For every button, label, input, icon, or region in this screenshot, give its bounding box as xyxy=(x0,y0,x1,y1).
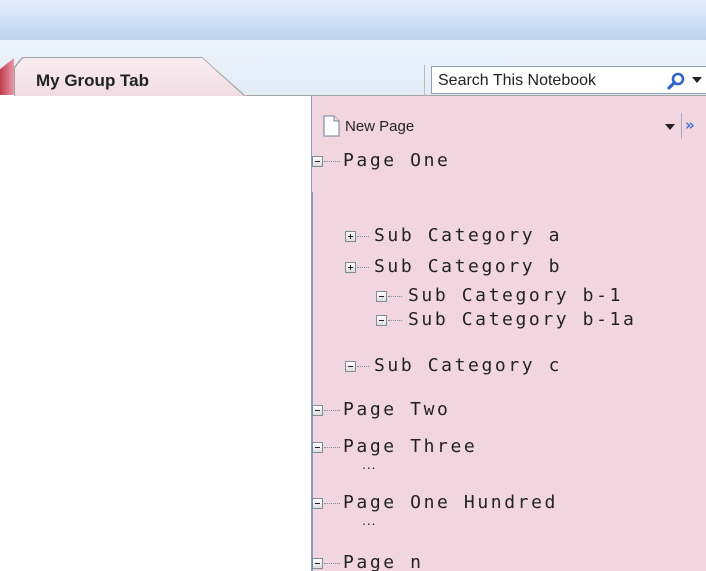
tree-connector xyxy=(388,320,402,321)
page-item[interactable]: Page Three xyxy=(343,436,477,458)
tree-connector xyxy=(324,503,340,504)
double-chevron-right-icon[interactable]: » xyxy=(685,116,695,134)
page-item[interactable]: Sub Category b xyxy=(374,256,562,278)
page-item[interactable]: Page n xyxy=(343,552,424,571)
top-bar xyxy=(0,0,706,40)
search-input[interactable]: Search This Notebook xyxy=(431,66,706,94)
tree-connector xyxy=(324,447,340,448)
tab-label: My Group Tab xyxy=(36,71,150,90)
search-input-text: Search This Notebook xyxy=(438,72,597,89)
omitted-pages-ellipsis: ... xyxy=(362,458,377,472)
tree-connector xyxy=(324,410,340,411)
new-page-button[interactable]: New Page xyxy=(345,118,414,135)
page-tabs-panel: New Page » Page One Sub Category a Sub C… xyxy=(312,96,706,571)
toolbar-separator xyxy=(681,113,682,139)
collapse-icon[interactable] xyxy=(312,156,323,167)
page-item[interactable]: Sub Category b-1a xyxy=(408,309,636,331)
collapse-icon[interactable] xyxy=(312,405,323,416)
expand-icon[interactable] xyxy=(345,231,356,242)
tree-connector xyxy=(357,236,369,237)
tree-connector xyxy=(312,192,313,571)
tree-connector xyxy=(324,563,340,564)
new-page-toolbar: New Page » xyxy=(312,112,706,142)
omitted-pages-ellipsis: ... xyxy=(362,514,377,528)
collapse-icon[interactable] xyxy=(312,498,323,509)
search-dropdown-icon[interactable] xyxy=(691,75,703,85)
page-item[interactable]: Sub Category c xyxy=(374,355,562,377)
page-item[interactable]: Sub Category a xyxy=(374,225,562,247)
page-item[interactable]: Page Two xyxy=(343,399,451,421)
toolbar-separator xyxy=(424,65,425,96)
search-icon[interactable] xyxy=(666,71,686,91)
collapse-icon[interactable] xyxy=(312,558,323,569)
tree-connector xyxy=(388,296,402,297)
collapse-icon[interactable] xyxy=(312,442,323,453)
new-page-icon[interactable] xyxy=(323,115,340,137)
expand-icon[interactable] xyxy=(345,262,356,273)
page-item[interactable]: Page One xyxy=(343,150,451,172)
page-item[interactable]: Sub Category b-1 xyxy=(408,285,623,307)
collapse-icon[interactable] xyxy=(345,361,356,372)
new-page-dropdown-icon[interactable] xyxy=(665,123,675,131)
collapse-icon[interactable] xyxy=(376,315,387,326)
notebook-window: My Group Tab Search This Notebook New Pa… xyxy=(0,0,706,571)
tree-connector xyxy=(357,366,369,367)
tree-connector xyxy=(357,267,369,268)
tree-connector xyxy=(324,161,340,162)
collapse-icon[interactable] xyxy=(376,291,387,302)
page-item[interactable]: Page One Hundred xyxy=(343,492,558,514)
